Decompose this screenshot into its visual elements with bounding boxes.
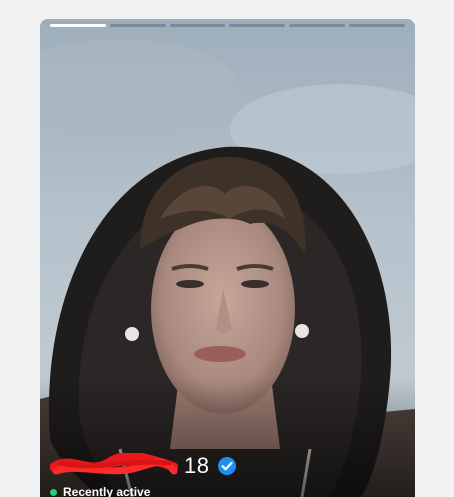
verified-check-icon[interactable] bbox=[217, 456, 237, 476]
redacted-name-scribble bbox=[50, 453, 178, 475]
photo-progress-segment[interactable] bbox=[109, 24, 166, 27]
photo-progress-segment[interactable] bbox=[50, 24, 106, 27]
photo-progress-bar bbox=[50, 24, 405, 27]
active-dot-icon bbox=[50, 488, 57, 496]
photo-progress-segment[interactable] bbox=[169, 24, 226, 27]
photo-progress-segment[interactable] bbox=[229, 24, 286, 27]
photo-progress-segment[interactable] bbox=[349, 24, 405, 27]
age-label: 18 bbox=[184, 453, 210, 478]
name-age-row: 18 bbox=[50, 449, 237, 483]
photo-progress-segment[interactable] bbox=[289, 24, 346, 27]
profile-info: 18 Recently active bbox=[50, 449, 237, 497]
profile-card[interactable]: 18 Recently active bbox=[40, 19, 415, 497]
activity-status: Recently active bbox=[50, 485, 237, 497]
status-label: Recently active bbox=[63, 485, 151, 497]
